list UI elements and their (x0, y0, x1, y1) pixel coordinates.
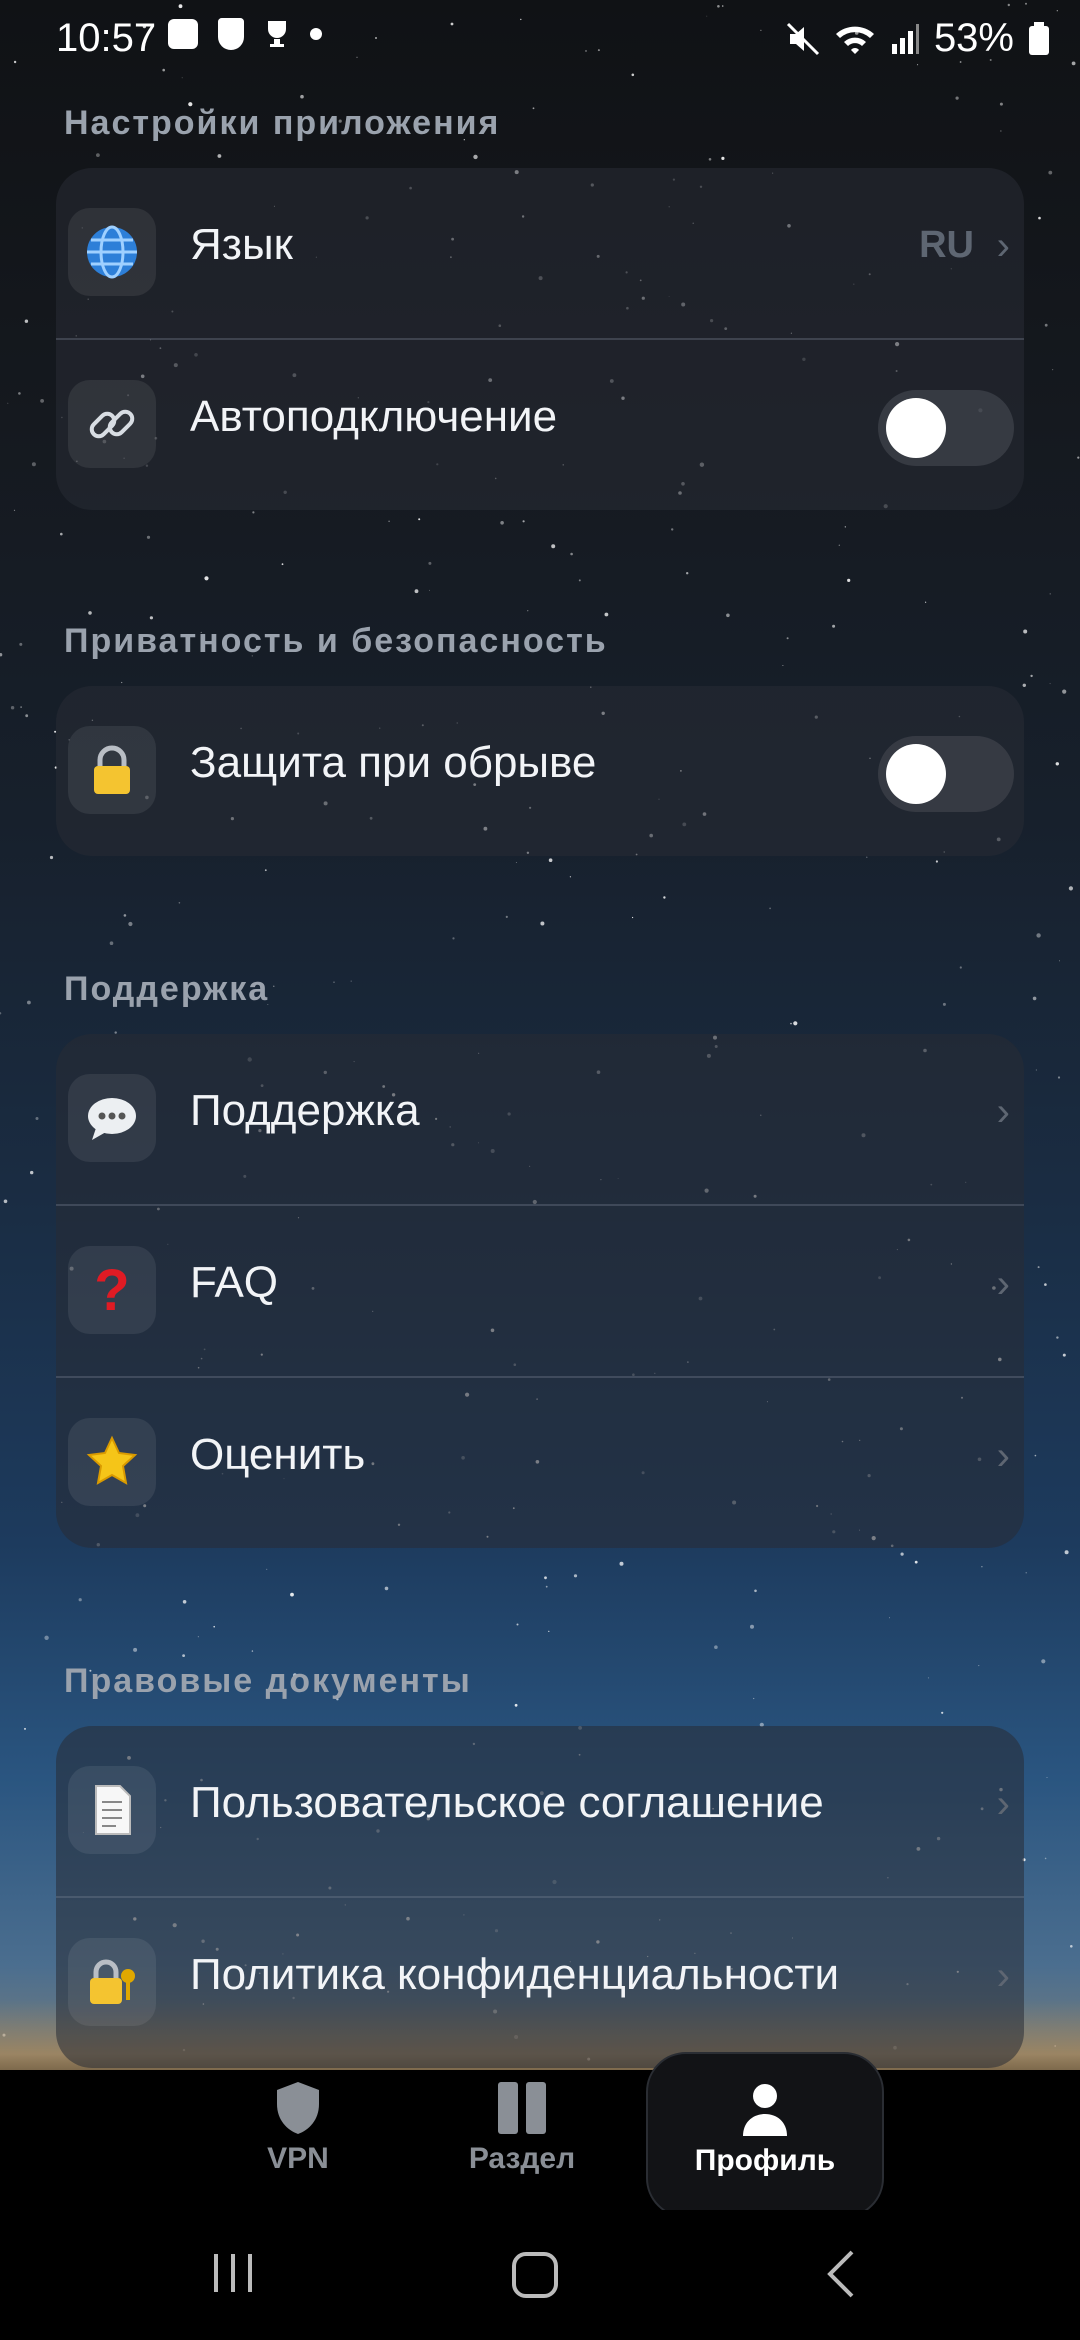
rate-row[interactable]: Оценить › (56, 1378, 1024, 1548)
section-title-privacy: Приватность и безопасность (64, 622, 608, 660)
battery-percent: 53% (933, 16, 1014, 60)
speech-bubble-icon (68, 1074, 156, 1162)
lock-key-icon (68, 1938, 156, 2026)
document-icon (68, 1766, 156, 1854)
section-title-app-settings: Настройки приложения (64, 104, 501, 142)
status-time: 10:57 (56, 16, 157, 60)
back-icon[interactable] (822, 2248, 858, 2300)
question-mark-icon: ? (68, 1246, 156, 1334)
recent-apps-icon[interactable] (210, 2250, 256, 2296)
link-icon (68, 380, 156, 468)
autoconnect-toggle[interactable] (878, 390, 1014, 466)
nav-tab-vpn[interactable]: VPN (188, 2070, 408, 2220)
language-label: Язык (190, 220, 293, 269)
signal-icon (891, 23, 919, 54)
nav-label-profile: Профиль (694, 2144, 836, 2177)
pause-icon (498, 2082, 546, 2134)
chevron-right-icon: › (996, 224, 1010, 268)
language-row[interactable]: Язык RU › (56, 168, 1024, 340)
user-agreement-row[interactable]: Пользовательское соглашение › (56, 1726, 1024, 1898)
chevron-right-icon: › (996, 1782, 1010, 1826)
battery-icon (1029, 21, 1049, 55)
nav-tab-profile[interactable]: Профиль (646, 2052, 884, 2218)
user-agreement-label: Пользовательское соглашение (190, 1778, 824, 1827)
padlock-icon (68, 726, 156, 814)
wifi-icon (835, 26, 874, 54)
chevron-right-icon: › (996, 1090, 1010, 1134)
rate-label: Оценить (190, 1430, 366, 1479)
star-icon (68, 1418, 156, 1506)
trophy-notification-icon (268, 21, 286, 47)
faq-label: FAQ (190, 1258, 279, 1307)
more-notifications-icon (310, 28, 322, 40)
system-navigation-bar (0, 2210, 1080, 2340)
nav-tab-section[interactable]: Раздел (412, 2070, 632, 2220)
language-value: RU (919, 224, 974, 266)
shield-notification-icon (218, 18, 244, 50)
support-card: Поддержка › ? FAQ › Оценить › (56, 1034, 1024, 1548)
status-bar: 10:57 53% (0, 0, 1080, 80)
legal-card: Пользовательское соглашение › Политика к… (56, 1726, 1024, 2068)
toggle-knob (886, 398, 946, 458)
privacy-policy-row[interactable]: Политика конфиденциальности › (56, 1898, 1024, 2068)
kill-switch-toggle[interactable] (878, 736, 1014, 812)
mute-icon (786, 22, 819, 55)
privacy-policy-label: Политика конфиденциальности (190, 1950, 840, 1999)
globe-icon (68, 208, 156, 296)
nav-label-section: Раздел (468, 2142, 576, 2175)
toggle-knob (886, 744, 946, 804)
autoconnect-label: Автоподключение (190, 392, 558, 441)
faq-row[interactable]: ? FAQ › (56, 1206, 1024, 1378)
section-title-legal: Правовые документы (64, 1662, 472, 1700)
support-row[interactable]: Поддержка › (56, 1034, 1024, 1206)
privacy-card: Защита при обрыве (56, 686, 1024, 856)
chevron-right-icon: › (996, 1434, 1010, 1478)
nav-label-vpn: VPN (267, 2142, 329, 2175)
chevron-right-icon: › (996, 1262, 1010, 1306)
home-icon[interactable] (510, 2250, 560, 2300)
person-icon (743, 2084, 787, 2136)
bottom-navigation: VPN Раздел Профиль (0, 2052, 1080, 2218)
gallery-notification-icon (168, 19, 198, 49)
kill-switch-row: Защита при обрыве (56, 686, 1024, 856)
section-title-support: Поддержка (64, 970, 270, 1008)
autoconnect-row: Автоподключение (56, 340, 1024, 510)
chevron-right-icon: › (996, 1954, 1010, 1998)
kill-switch-label: Защита при обрыве (190, 738, 597, 787)
app-settings-card: Язык RU › Автоподключение (56, 168, 1024, 510)
shield-icon (277, 2082, 319, 2134)
support-label: Поддержка (190, 1086, 420, 1135)
